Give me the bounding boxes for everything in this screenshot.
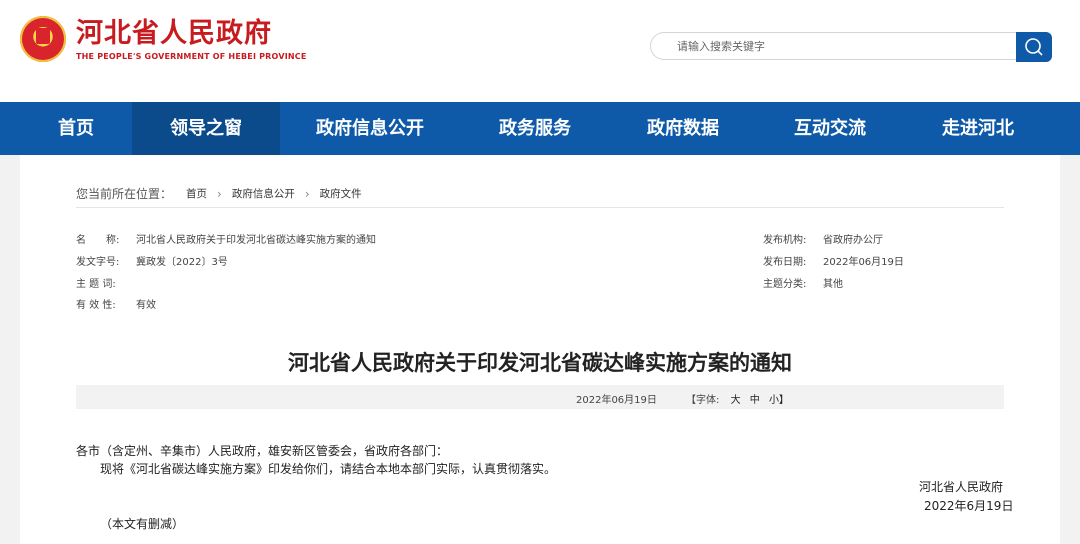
font-size-medium-button[interactable]: 中: [750, 395, 760, 406]
meta-date-key: 发布日期:: [763, 257, 807, 268]
breadcrumb-item-home[interactable]: 首页: [186, 186, 207, 201]
meta-name-value: 河北省人民政府关于印发河北省碳达峰实施方案的通知: [136, 235, 376, 246]
nav-item-data[interactable]: 政府数据: [610, 102, 756, 155]
meta-publisher-value: 省政府办公厅: [823, 235, 883, 246]
meta-validity-key: 有 效 性:: [76, 300, 116, 311]
site-name-en: THE PEOPLE'S GOVERNMENT OF HEBEI PROVINC…: [76, 51, 307, 61]
meta-docno: 发文字号: 冀政发〔2022〕3号: [76, 253, 228, 268]
document-signature: 河北省人民政府: [919, 480, 1004, 494]
meta-docno-key: 发文字号:: [76, 257, 120, 268]
font-size-control: 【字体: 大 中 小】: [686, 391, 792, 406]
meta-date: 发布日期: 2022年06月19日: [763, 253, 904, 268]
meta-publisher-key: 发布机构:: [763, 235, 807, 246]
meta-validity-value: 有效: [136, 300, 156, 311]
font-size-large-button[interactable]: 大: [731, 395, 741, 406]
nav-item-home[interactable]: 首页: [20, 102, 132, 155]
meta-category-key: 主题分类:: [763, 279, 807, 290]
font-size-small-button[interactable]: 小】: [769, 395, 789, 406]
search-icon: [1025, 38, 1043, 56]
site-logo[interactable]: 河北省人民政府 THE PEOPLE'S GOVERNMENT OF HEBEI…: [20, 16, 307, 62]
search-box: [650, 32, 1052, 62]
nav-item-services[interactable]: 政务服务: [460, 102, 610, 155]
national-emblem-icon: [20, 16, 66, 62]
font-size-label: 【字体:: [686, 395, 720, 406]
breadcrumb-item-info-disclosure[interactable]: 政府信息公开: [232, 186, 295, 201]
search-input[interactable]: [650, 32, 1016, 60]
nav-item-interaction[interactable]: 互动交流: [756, 102, 904, 155]
document-title: 河北省人民政府关于印发河北省碳达峰实施方案的通知: [288, 351, 792, 375]
main-nav: 首页 领导之窗 政府信息公开 政务服务 政府数据 互动交流 走进河北: [0, 102, 1080, 155]
document-info-bar: 2022年06月19日 【字体: 大 中 小】: [76, 385, 1004, 409]
meta-validity: 有 效 性: 有效: [76, 296, 156, 311]
document-note: （本文有删减）: [100, 517, 185, 531]
breadcrumb: 您当前所在位置： 首页 › 政府信息公开 › 政府文件: [76, 185, 362, 202]
meta-date-value: 2022年06月19日: [823, 257, 904, 268]
search-button[interactable]: [1016, 32, 1052, 62]
chevron-right-icon: ›: [217, 186, 222, 201]
chevron-right-icon: ›: [304, 186, 310, 201]
document-paragraph: 现将《河北省碳达峰实施方案》印发给你们，请结合本地本部门实际，认真贯彻落实。: [100, 462, 557, 476]
meta-category-value: 其他: [823, 279, 843, 290]
document-salutation: 各市（含定州、辛集市）人民政府，雄安新区管委会，省政府各部门：: [76, 444, 449, 458]
meta-subject-key: 主 题 词:: [76, 279, 116, 290]
content-panel: 您当前所在位置： 首页 › 政府信息公开 › 政府文件 名 称: 河北省人民政府关…: [20, 155, 1060, 544]
nav-item-info-disclosure[interactable]: 政府信息公开: [280, 102, 460, 155]
site-name: 河北省人民政府: [76, 17, 272, 49]
meta-subject: 主 题 词:: [76, 275, 136, 290]
meta-publisher: 发布机构: 省政府办公厅: [763, 231, 883, 246]
logo-text: 河北省人民政府 THE PEOPLE'S GOVERNMENT OF HEBEI…: [76, 18, 307, 61]
nav-item-leaders[interactable]: 领导之窗: [132, 102, 280, 155]
document-signature-date: 2022年6月19日: [924, 499, 1014, 513]
nav-item-about-hebei[interactable]: 走进河北: [904, 102, 1052, 155]
breadcrumb-item-gov-docs[interactable]: 政府文件: [320, 186, 362, 201]
meta-name: 名 称: 河北省人民政府关于印发河北省碳达峰实施方案的通知: [76, 231, 376, 246]
site-header: 河北省人民政府 THE PEOPLE'S GOVERNMENT OF HEBEI…: [0, 0, 1080, 102]
divider: [76, 207, 1004, 208]
meta-name-key: 名 称:: [76, 235, 120, 246]
breadcrumb-label: 您当前所在位置：: [76, 187, 173, 201]
document-date: 2022年06月19日: [576, 395, 657, 406]
meta-category: 主题分类: 其他: [763, 275, 843, 290]
meta-docno-value: 冀政发〔2022〕3号: [136, 257, 228, 268]
